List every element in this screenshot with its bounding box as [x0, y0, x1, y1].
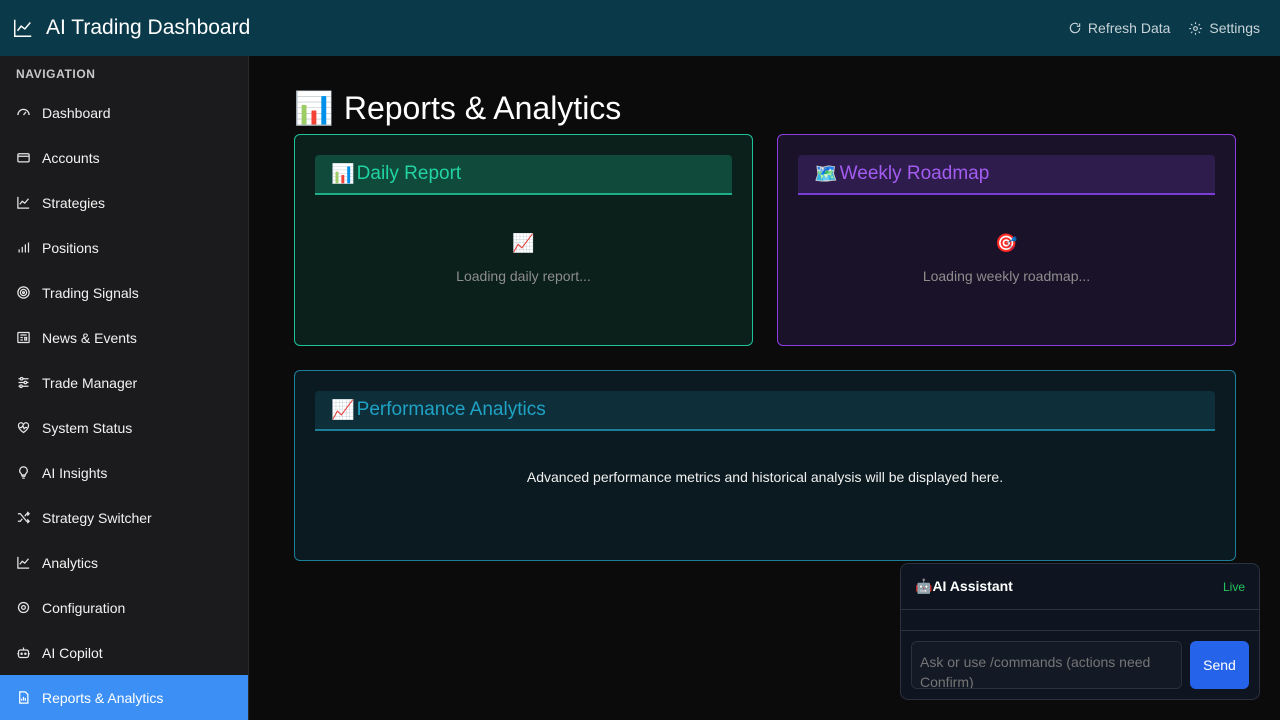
send-button[interactable]: Send: [1190, 641, 1249, 689]
sidebar-item-ai-insights[interactable]: AI Insights: [0, 450, 248, 495]
sidebar-item-analytics[interactable]: Analytics: [0, 540, 248, 585]
weekly-roadmap-title: Weekly Roadmap: [839, 163, 990, 184]
gear-icon: [16, 600, 31, 615]
performance-analytics-text: Advanced performance metrics and histori…: [526, 469, 1004, 485]
app-title: AI Trading Dashboard: [46, 16, 251, 39]
performance-analytics-card: 📈 Performance Analytics Advanced perform…: [294, 370, 1236, 561]
sidebar-item-ai-copilot[interactable]: AI Copilot: [0, 630, 248, 675]
weekly-roadmap-card: 🗺️ Weekly Roadmap 🎯 Loading weekly roadm…: [777, 134, 1236, 346]
sidebar-item-strategies[interactable]: Strategies: [0, 180, 248, 225]
sidebar-item-accounts[interactable]: Accounts: [0, 135, 248, 180]
weekly-roadmap-header: 🗺️ Weekly Roadmap: [798, 155, 1215, 195]
page-title: 📊 Reports & Analytics: [294, 89, 621, 127]
line-chart-icon: [12, 17, 34, 39]
ai-assistant-title-text: AI Assistant: [932, 578, 1013, 594]
top-bar: AI Trading Dashboard Refresh Data Settin…: [0, 0, 1280, 56]
sidebar-item-label: AI Insights: [42, 464, 108, 481]
settings-button[interactable]: Settings: [1188, 20, 1260, 36]
ai-assistant-header: 🤖AI Assistant Live: [901, 564, 1259, 610]
daily-report-body: 📈 Loading daily report...: [315, 233, 732, 284]
bar-chart-icon: [16, 240, 31, 255]
sidebar-item-label: Strategy Switcher: [42, 509, 152, 526]
ai-assistant-input-row: Send: [901, 631, 1259, 699]
line-chart-icon: [16, 555, 31, 570]
robot-icon: [16, 645, 31, 660]
daily-report-header: 📊 Daily Report: [315, 155, 732, 195]
sidebar-item-strategy-switcher[interactable]: Strategy Switcher: [0, 495, 248, 540]
target-emoji-icon: 🎯: [995, 233, 1018, 253]
sliders-icon: [16, 375, 31, 390]
sidebar-item-trading-signals[interactable]: Trading Signals: [0, 270, 248, 315]
refresh-data-label: Refresh Data: [1087, 20, 1171, 36]
sidebar-item-label: System Status: [42, 419, 133, 436]
sidebar-item-label: Positions: [42, 239, 99, 256]
ai-assistant-panel: 🤖AI Assistant Live Send: [900, 563, 1260, 700]
nav-heading: NAVIGATION: [16, 67, 96, 81]
live-status-badge: Live: [1222, 579, 1245, 594]
sidebar-item-configuration[interactable]: Configuration: [0, 585, 248, 630]
gauge-icon: [16, 105, 31, 120]
performance-analytics-title: Performance Analytics: [356, 399, 546, 420]
ai-assistant-messages: [901, 610, 1259, 631]
sidebar-item-label: Analytics: [42, 554, 99, 571]
weekly-roadmap-loading: Loading weekly roadmap...: [922, 268, 1091, 284]
settings-label: Settings: [1209, 20, 1260, 36]
bar-chart-emoji-icon: 📊: [331, 164, 355, 185]
bar-chart-emoji-icon: 📊: [294, 90, 334, 126]
sidebar-item-positions[interactable]: Positions: [0, 225, 248, 270]
map-emoji-icon: 🗺️: [814, 164, 838, 185]
sidebar-item-trade-manager[interactable]: Trade Manager: [0, 360, 248, 405]
ai-assistant-title: 🤖AI Assistant: [915, 578, 1013, 595]
daily-report-title: Daily Report: [356, 163, 462, 184]
lightbulb-icon: [16, 465, 31, 480]
top-actions: Refresh Data Settings: [1068, 20, 1268, 36]
refresh-data-button[interactable]: Refresh Data: [1068, 20, 1170, 36]
sidebar-item-label: AI Copilot: [42, 644, 103, 661]
trend-up-emoji-icon: 📈: [512, 233, 535, 253]
sidebar-item-label: Strategies: [42, 194, 106, 211]
sidebar-item-system-status[interactable]: System Status: [0, 405, 248, 450]
sidebar-item-dashboard[interactable]: Dashboard: [0, 90, 248, 135]
sidebar-item-label: Dashboard: [42, 104, 111, 121]
sidebar-item-label: Trading Signals: [42, 284, 139, 301]
sidebar-item-label: News & Events: [42, 329, 137, 346]
sidebar-item-news-events[interactable]: News & Events: [0, 315, 248, 360]
target-icon: [16, 285, 31, 300]
daily-report-card: 📊 Daily Report 📈 Loading daily report...: [294, 134, 753, 346]
line-chart-icon: [16, 195, 31, 210]
assistant-message-input[interactable]: [911, 641, 1182, 689]
heart-pulse-icon: [16, 420, 31, 435]
sidebar-item-label: Trade Manager: [42, 374, 138, 391]
daily-report-loading: Loading daily report...: [456, 268, 591, 284]
performance-analytics-header: 📈 Performance Analytics: [315, 391, 1215, 431]
shuffle-icon: [16, 510, 31, 525]
sidebar-item-label: Configuration: [42, 599, 126, 616]
sidebar-item-reports-analytics[interactable]: Reports & Analytics: [0, 675, 248, 720]
refresh-icon: [1068, 21, 1082, 35]
wallet-icon: [16, 150, 31, 165]
robot-emoji-icon: 🤖: [915, 578, 933, 594]
report-icon: [16, 690, 31, 705]
newspaper-icon: [16, 330, 31, 345]
sidebar-item-label: Reports & Analytics: [42, 689, 164, 706]
trend-up-emoji-icon: 📈: [331, 400, 355, 421]
brand: AI Trading Dashboard: [12, 16, 250, 40]
gear-icon: [1188, 21, 1203, 36]
sidebar: NAVIGATION Dashboard Accounts Strategies…: [0, 56, 249, 720]
weekly-roadmap-body: 🎯 Loading weekly roadmap...: [798, 233, 1215, 284]
page-title-text: Reports & Analytics: [343, 89, 622, 126]
sidebar-item-label: Accounts: [42, 149, 100, 166]
